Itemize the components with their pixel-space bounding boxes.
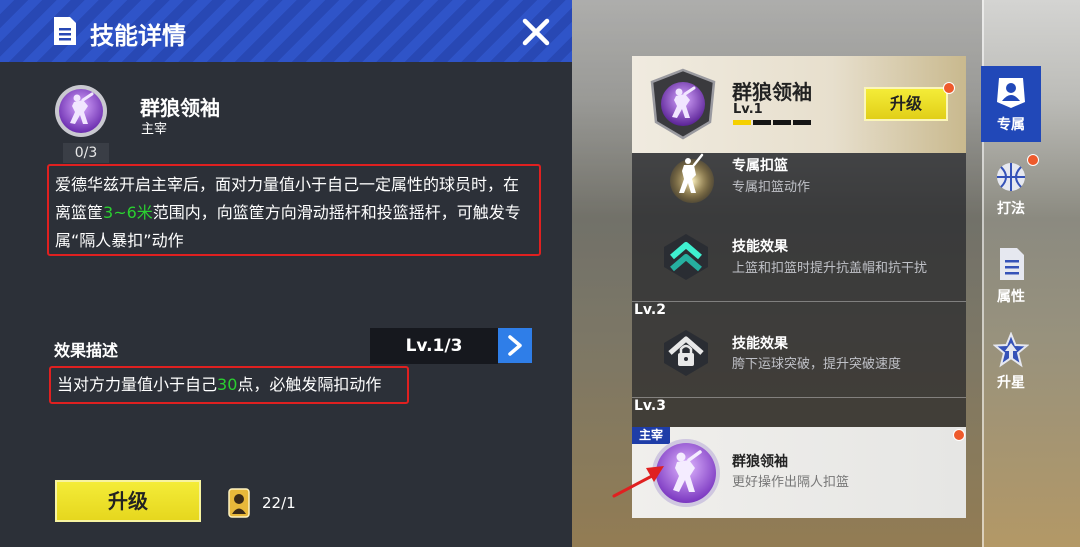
- level-label-2: Lv.2: [634, 302, 666, 318]
- close-icon[interactable]: [518, 14, 554, 50]
- level-indicator: Lv.1/3: [370, 328, 498, 364]
- effect-text: 当对方力量值小于自己: [57, 375, 218, 394]
- player-card-icon: [228, 488, 250, 518]
- notification-dot: [953, 429, 965, 441]
- node-name-exclusive-dunk: 专属扣篮: [732, 158, 788, 174]
- basketball-icon: [997, 163, 1025, 191]
- node-desc-effect-1: 上篮和扣篮时提升抗盖帽和抗干扰: [732, 261, 928, 276]
- effect-description: 当对方力量值小于自己30点，必触发隔扣动作: [49, 366, 409, 404]
- level-divider: [632, 397, 966, 398]
- skill-name: 群狼领袖: [140, 96, 220, 120]
- effect-title: 效果描述: [54, 341, 119, 360]
- skill-tree-panel: 群狼领袖 Lv.1 升级 专属扣篮 专属扣篮动作 技能效果 上篮和扣篮时提升抗盖…: [632, 56, 966, 518]
- card-count: 22/1: [262, 494, 296, 512]
- skill-tree-title: 群狼领袖: [732, 80, 812, 104]
- red-arrow-annotation-icon: [612, 466, 664, 498]
- level-divider: [632, 301, 966, 302]
- node-desc-effect-2: 胯下运球突破，提升突破速度: [732, 357, 902, 372]
- nav-tab-star-up[interactable]: 升星: [981, 324, 1041, 400]
- panel-title: 技能详情: [90, 22, 186, 50]
- nav-label: 打法: [997, 201, 1025, 217]
- panel-header: 技能详情: [0, 0, 572, 62]
- next-level-button[interactable]: [498, 328, 532, 363]
- node-desc-exclusive-dunk: 专属扣篮动作: [732, 180, 811, 195]
- nav-label: 升星: [997, 375, 1025, 391]
- nav-label: 属性: [997, 289, 1025, 305]
- level-progress-bar: [733, 120, 811, 125]
- active-skill-desc: 更好操作出隔人扣篮: [732, 475, 850, 490]
- skill-tree-level: Lv.1: [733, 102, 763, 117]
- document-icon: [1000, 248, 1024, 280]
- notification-dot: [943, 82, 955, 94]
- skill-type: 主宰: [141, 122, 168, 137]
- notification-dot: [1027, 154, 1039, 166]
- node-name-effect-1: 技能效果: [732, 239, 788, 255]
- upgrade-button[interactable]: 升级: [55, 480, 201, 522]
- active-skill-name: 群狼领袖: [732, 454, 788, 470]
- side-nav: 专属 打法 属性 升星: [981, 0, 1080, 547]
- wolf-leader-emblem-icon: [55, 85, 107, 137]
- skill-detail-panel: 技能详情 0/3 群狼领袖 主宰 爱德华兹开启主宰后，面对力量值小于自己一定属性…: [0, 0, 572, 547]
- player-badge-icon: [997, 78, 1025, 108]
- document-icon: [54, 17, 76, 45]
- effect-text-end: 点，必触发隔扣动作: [237, 375, 382, 394]
- dunk-player-icon: [670, 153, 714, 203]
- skill-tree-header: 群狼领袖 Lv.1 升级: [632, 56, 966, 153]
- wolf-leader-badge-icon: [650, 68, 716, 140]
- active-skill-card[interactable]: 主宰 群狼领袖 更好操作出隔人扣篮: [632, 427, 966, 518]
- nav-tab-attributes[interactable]: 属性: [981, 238, 1041, 314]
- description-range: 3~6米: [103, 203, 153, 222]
- chevron-up-icon: [664, 234, 708, 280]
- lock-icon: [664, 330, 708, 376]
- node-name-effect-2: 技能效果: [732, 336, 788, 352]
- nav-tab-exclusive[interactable]: 专属: [981, 66, 1041, 142]
- level-label-3: Lv.3: [634, 398, 666, 414]
- effect-value: 30: [217, 375, 238, 394]
- tree-upgrade-button[interactable]: 升级: [864, 87, 948, 121]
- nav-label: 专属: [997, 117, 1025, 133]
- skill-progress: 0/3: [63, 143, 109, 163]
- star-icon: [993, 332, 1029, 368]
- skill-description: 爱德华兹开启主宰后，面对力量值小于自己一定属性的球员时，在离篮筐3~6米范围内，…: [47, 164, 541, 256]
- nav-tab-playstyle[interactable]: 打法: [981, 150, 1041, 226]
